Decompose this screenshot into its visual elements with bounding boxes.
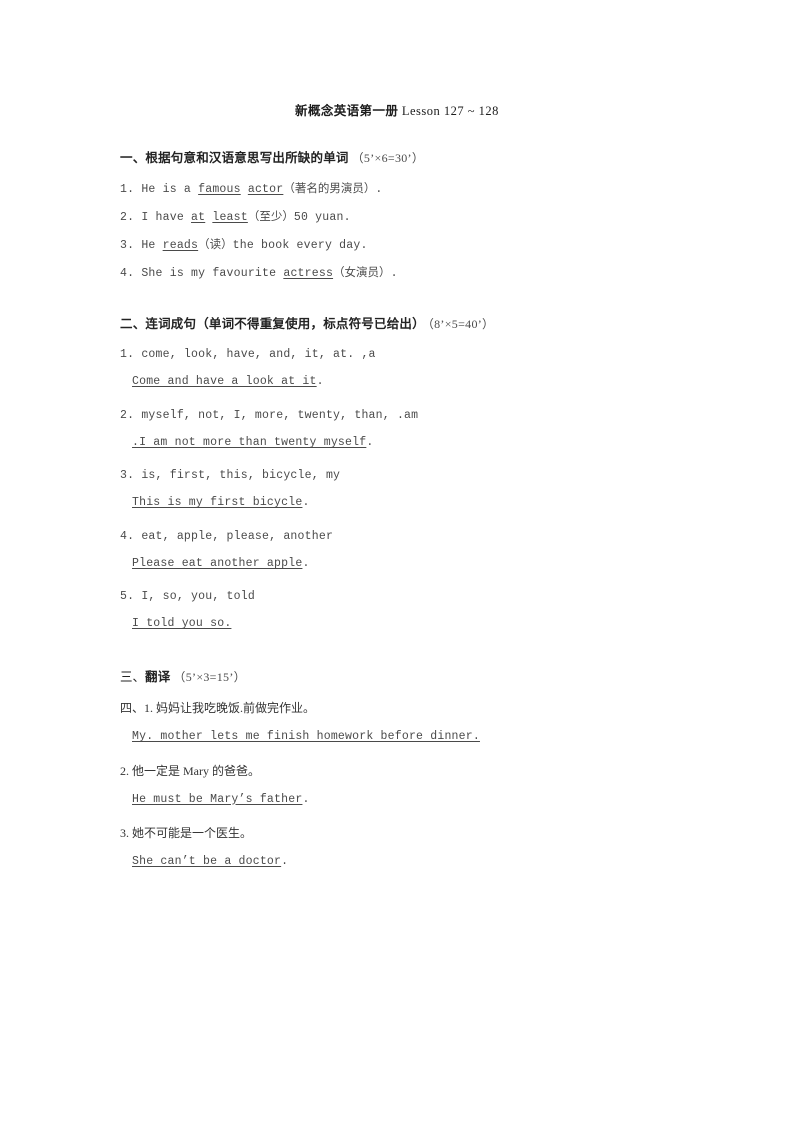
item-blank-1: actress <box>283 267 334 281</box>
answer-line: .I am not more than twenty myself. <box>132 434 680 451</box>
list-item: 4. eat, apple, please, another Please ea… <box>120 528 680 573</box>
word-bank-line: 3. is, first, this, bicycle, my <box>120 467 680 484</box>
item-post: . <box>375 182 383 196</box>
word-bank-line: 5. I, so, you, told <box>120 588 680 605</box>
answer-line: She can’t be a doctor. <box>132 853 680 870</box>
item-gloss: （著名的男演员） <box>283 182 376 195</box>
item-post: 50 yuan. <box>293 210 351 224</box>
translation-prompt: 3. 她不可能是一个医生。 <box>120 824 680 842</box>
item-number: 2. <box>120 408 135 422</box>
item-post: . <box>390 267 398 281</box>
word-bank: I, so, you, told <box>141 590 255 604</box>
section-two-title: 连词成句（单词不得重复使用，标点符号已给出） <box>145 316 425 331</box>
answer-punct: . <box>302 496 310 510</box>
list-item: 5. I, so, you, told I told you so. <box>120 588 680 633</box>
answer-punct: . <box>366 435 374 449</box>
document-page: 新概念英语第一册 Lesson 127 ~ 128 一、根据句意和汉语意思写出所… <box>0 0 794 1123</box>
list-item: 2. myself, not, I, more, twenty, than, .… <box>120 407 680 452</box>
answer-line: Please eat another apple. <box>132 555 680 572</box>
section-three-number: 三、 <box>120 669 146 684</box>
item-blank-2: least <box>212 210 248 224</box>
list-item: 4. She is my favourite actress（女演员）. <box>120 265 680 282</box>
answer-punct: . <box>302 556 310 570</box>
item-number: 4. <box>120 529 135 543</box>
prompt-text: 她不可能是一个医生。 <box>132 825 253 840</box>
item-number: 四、1. <box>120 701 154 716</box>
answer-line: I told you so. <box>132 615 680 632</box>
item-number: 3. <box>120 825 129 840</box>
item-number: 1. <box>120 182 135 196</box>
list-item: 3. 她不可能是一个医生。 She can’t be a doctor. <box>120 824 680 870</box>
section-one-score: （5’×6=30’） <box>351 151 425 165</box>
word-bank: is, first, this, bicycle, my <box>141 469 341 483</box>
translation-prompt: 2. 他一定是 Mary 的爸爸。 <box>120 762 680 780</box>
page-title: 新概念英语第一册 Lesson 127 ~ 128 <box>0 100 794 119</box>
item-number: 1. <box>120 348 135 362</box>
item-number: 3. <box>120 469 135 483</box>
section-two-score: （8’×5=40’） <box>427 316 495 331</box>
answer-punct: . <box>316 375 324 389</box>
item-number: 2. <box>120 763 129 778</box>
item-gloss: （女演员） <box>333 267 391 280</box>
section-one-heading: 一、根据句意和汉语意思写出所缺的单词 （5’×6=30’） <box>120 150 680 167</box>
answer-line: Come and have a look at it. <box>132 373 680 390</box>
answer-text: .I am not more than twenty myself <box>132 435 367 449</box>
item-blank-2: actor <box>247 182 284 196</box>
document-body: 一、根据句意和汉语意思写出所缺的单词 （5’×6=30’） 1. He is a … <box>120 150 680 886</box>
item-pre: I have <box>141 210 192 224</box>
item-blank-1: at <box>191 210 206 224</box>
word-bank: myself, not, I, more, twenty, than, .am <box>141 408 419 422</box>
list-item: 1. He is a famous actor（著名的男演员）. <box>120 181 680 198</box>
page-title-en: Lesson 127 ~ 128 <box>401 104 499 118</box>
answer-text: Come and have a look at it <box>132 375 317 389</box>
item-post: the book every day. <box>232 239 368 253</box>
item-pre: He <box>141 239 163 253</box>
item-number: 2. <box>120 210 135 224</box>
list-item: 3. is, first, this, bicycle, my This is … <box>120 467 680 512</box>
item-blank-1: famous <box>198 182 241 196</box>
answer-line: My. mother lets me finish homework befor… <box>132 728 680 745</box>
item-pre: She is my favourite <box>141 267 284 281</box>
word-bank: eat, apple, please, another <box>141 529 334 543</box>
section-three-title: 翻译 <box>145 669 171 684</box>
translation-prompt: 四、1. 妈妈让我吃晚饭.前做完作业。 <box>120 699 680 717</box>
answer-punct: . <box>302 792 310 806</box>
word-bank: come, look, have, and, it, at. ,a <box>141 348 376 362</box>
prompt-text: 妈妈让我吃晚饭.前做完作业。 <box>156 701 316 716</box>
section-three-score: （5’×3=15’） <box>173 669 246 684</box>
item-number: 4. <box>120 267 135 281</box>
item-blank-1: reads <box>162 239 199 253</box>
word-bank-line: 4. eat, apple, please, another <box>120 528 680 545</box>
page-title-cn: 新概念英语第一册 <box>295 104 399 118</box>
answer-text: I told you so. <box>132 617 232 631</box>
answer-line: He must be Mary’s father. <box>132 791 680 808</box>
section-two-number: 二、 <box>120 316 146 331</box>
answer-text: This is my first bicycle <box>132 496 303 510</box>
word-bank-line: 1. come, look, have, and, it, at. ,a <box>120 346 680 363</box>
list-item: 1. come, look, have, and, it, at. ,a Com… <box>120 346 680 391</box>
item-number: 5. <box>120 590 135 604</box>
item-pre: He is a <box>141 182 199 196</box>
list-item: 3. He reads（读）the book every day. <box>120 237 680 254</box>
list-item: 四、1. 妈妈让我吃晚饭.前做完作业。 My. mother lets me f… <box>120 699 680 745</box>
answer-text: She can’t be a doctor <box>132 854 282 868</box>
word-bank-line: 2. myself, not, I, more, twenty, than, .… <box>120 407 680 424</box>
answer-text: My. mother lets me finish homework befor… <box>132 730 480 744</box>
list-item: 2. I have at least（至少）50 yuan. <box>120 209 680 226</box>
answer-line: This is my first bicycle. <box>132 494 680 511</box>
section-three-heading: 三、翻译 （5’×3=15’） <box>120 669 680 686</box>
answer-punct: . <box>281 854 289 868</box>
prompt-text: 他一定是 Mary 的爸爸。 <box>132 763 260 778</box>
list-item: 2. 他一定是 Mary 的爸爸。 He must be Mary’s fath… <box>120 762 680 808</box>
item-mid <box>241 183 248 196</box>
section-one-title: 根据句意和汉语意思写出所缺的单词 <box>145 151 349 165</box>
item-number: 3. <box>120 239 135 253</box>
item-gloss: （至少） <box>247 210 294 223</box>
section-two-heading: 二、连词成句（单词不得重复使用，标点符号已给出） （8’×5=40’） <box>120 316 680 333</box>
answer-text: He must be Mary’s father <box>132 792 303 806</box>
section-one-number: 一、 <box>120 151 146 165</box>
item-gloss: （读） <box>198 239 233 252</box>
answer-text: Please eat another apple <box>132 556 303 570</box>
